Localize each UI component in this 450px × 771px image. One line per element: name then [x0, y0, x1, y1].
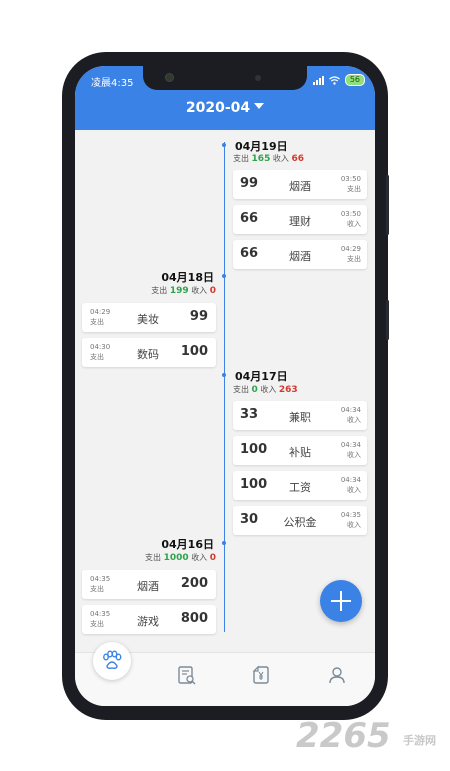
entry-category: 烟酒: [137, 580, 159, 593]
list-item[interactable]: 04:35 支出 烟酒 200: [82, 570, 216, 599]
day-summary: 支出 165 收入 66: [233, 154, 304, 164]
entry-category: 理财: [289, 215, 311, 228]
month-selector[interactable]: 2020-04: [75, 100, 375, 116]
entry-amount: 100: [240, 477, 268, 492]
entry-category: 美妆: [137, 313, 159, 326]
entry-time: 04:29 支出: [90, 308, 111, 326]
entry-time: 04:35 收入: [340, 511, 361, 529]
entry-category: 补贴: [289, 446, 311, 459]
entry-time: 04:34 收入: [340, 406, 361, 424]
sensor-icon: [255, 75, 261, 81]
entry-time: 04:29 支出: [340, 245, 361, 263]
month-label: 2020-04: [185, 100, 251, 116]
entry-category: 数码: [137, 348, 159, 361]
list-item[interactable]: 66 理财 03:50 收入: [233, 205, 367, 234]
camera-icon: [165, 73, 174, 82]
list-item[interactable]: 100 补贴 04:34 收入: [233, 436, 367, 465]
list-item[interactable]: 66 烟酒 04:29 支出: [233, 240, 367, 269]
entry-category: 烟酒: [289, 250, 311, 263]
list-item[interactable]: 04:30 支出 数码 100: [82, 338, 216, 367]
entry-amount: 100: [180, 344, 208, 359]
entry-time: 04:35 支出: [90, 610, 111, 628]
timeline-dot: [222, 373, 226, 377]
entry-time: 04:30 支出: [90, 343, 111, 361]
entry-category: 兼职: [289, 411, 311, 424]
entry-amount: 66: [240, 246, 259, 261]
entry-amount: 99: [189, 309, 208, 324]
entry-category: 公积金: [283, 516, 317, 529]
home-tab-button[interactable]: [93, 642, 131, 680]
entry-amount: 99: [240, 176, 259, 191]
watermark-sub: 手游网: [403, 734, 436, 747]
bill-search-icon[interactable]: [177, 665, 197, 685]
day-summary: 支出 199 收入 0: [151, 286, 216, 296]
day-summary: 支出 0 收入 263: [233, 385, 298, 395]
caret-down-icon: [254, 103, 265, 109]
volume-button: [386, 175, 389, 235]
day-date: 04月19日: [235, 140, 288, 153]
list-item[interactable]: 04:29 支出 美妆 99: [82, 303, 216, 332]
entry-time: 03:50 收入: [340, 210, 361, 228]
day-date: 04月17日: [235, 370, 288, 383]
camera-notch: [143, 66, 307, 90]
yuan-transfer-icon[interactable]: [251, 665, 271, 685]
day-date: 04月18日: [161, 271, 214, 284]
entry-amount: 30: [240, 512, 259, 527]
status-icons: 56: [312, 74, 365, 86]
entry-category: 工资: [289, 481, 311, 494]
app-header: 凌晨4:35 56 2020-04: [75, 66, 375, 130]
entry-amount: 66: [240, 211, 259, 226]
add-record-button[interactable]: [320, 580, 362, 622]
list-item[interactable]: 99 烟酒 03:50 支出: [233, 170, 367, 199]
list-item[interactable]: 100 工资 04:34 收入: [233, 471, 367, 500]
signal-icon: [312, 75, 324, 85]
battery-indicator: 56: [344, 74, 365, 86]
entry-time: 04:34 收入: [340, 441, 361, 459]
timeline-dot: [222, 541, 226, 545]
timeline-line: [224, 142, 225, 632]
wifi-icon: [328, 75, 340, 85]
power-button: [386, 300, 389, 340]
entry-category: 游戏: [137, 615, 159, 628]
day-summary: 支出 1000 收入 0: [145, 553, 216, 563]
entry-amount: 200: [180, 576, 208, 591]
list-item[interactable]: 04:35 支出 游戏 800: [82, 605, 216, 634]
timeline-dot: [222, 274, 226, 278]
entry-category: 烟酒: [289, 180, 311, 193]
list-item[interactable]: 30 公积金 04:35 收入: [233, 506, 367, 535]
list-item[interactable]: 33 兼职 04:34 收入: [233, 401, 367, 430]
day-date: 04月16日: [161, 538, 214, 551]
entry-time: 04:34 收入: [340, 476, 361, 494]
timeline-dot: [222, 143, 226, 147]
app-screen: 凌晨4:35 56 2020-04 04月19日 支出 165 收入 66 99…: [75, 66, 375, 706]
entry-amount: 33: [240, 407, 259, 422]
entry-time: 03:50 支出: [340, 175, 361, 193]
user-icon[interactable]: [327, 665, 347, 685]
paw-icon: [103, 650, 122, 669]
watermark-logo: 2265: [296, 716, 391, 756]
status-time: 凌晨4:35: [91, 78, 134, 89]
entry-amount: 800: [180, 611, 208, 626]
entry-amount: 100: [240, 442, 268, 457]
entry-time: 04:35 支出: [90, 575, 111, 593]
